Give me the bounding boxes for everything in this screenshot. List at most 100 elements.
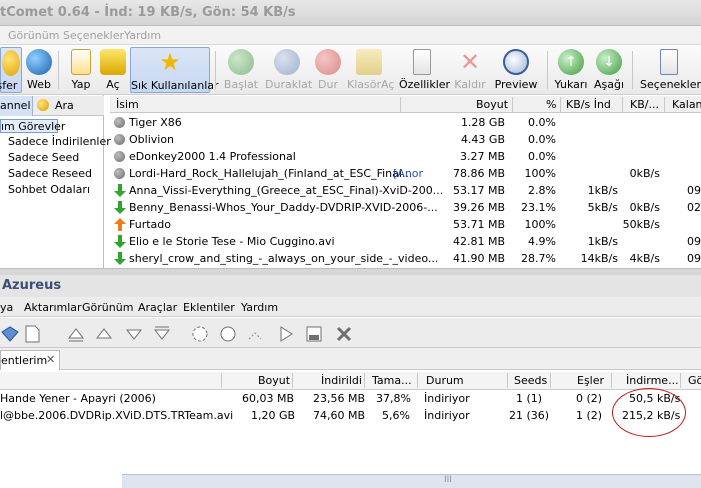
tab-search[interactable]: Ara	[55, 99, 74, 112]
options-button[interactable]: Seçenekler	[640, 47, 701, 93]
torrent-row[interactable]: Anna_Vissi-Everything_(Greece_at_ESC_Fin…	[110, 182, 701, 199]
tree-item-chat[interactable]: Sohbet Odaları	[8, 183, 90, 196]
start-button[interactable]: Başlat	[223, 47, 259, 93]
move-top-icon[interactable]	[66, 324, 86, 344]
col-up-speed[interactable]: KB/...	[630, 98, 659, 111]
menu-tools[interactable]: Araçlar	[138, 301, 177, 314]
torrent-size: 1,20 GB	[251, 409, 296, 422]
torrent-row[interactable]: Elio e le Storie Tese - Mio Cuggino.avi 4…	[110, 233, 701, 250]
torrent-row[interactable]: Lordi-Hard_Rock_Hallelujah_(Finland_at_E…	[110, 165, 701, 182]
torrent-downloaded: 23,56 MB	[313, 392, 366, 405]
move-down-button[interactable]: ↓ Aşağı	[594, 47, 624, 93]
torrent-remaining: 09:	[687, 252, 701, 265]
torrent-down-speed: 1kB/s	[587, 235, 618, 248]
torrent-down-speed: 1kB/s	[587, 184, 618, 197]
new-document-icon[interactable]	[22, 324, 42, 344]
col-done[interactable]: Tama...	[372, 374, 412, 387]
torrent-name: Elio e le Storie Tese - Mio Cuggino.avi	[129, 235, 335, 248]
torrent-peers: 0 (2)	[576, 392, 603, 405]
favorites-button[interactable]: ★ Sık Kullanılanlar	[130, 47, 219, 93]
move-down-icon[interactable]	[124, 324, 144, 344]
move-up-button[interactable]: ↑ Yukarı	[554, 47, 588, 93]
start-icon[interactable]	[190, 324, 210, 344]
torrent-status: İndiriyor	[424, 392, 470, 405]
tab-my-torrents[interactable]: entlerim ✕	[0, 350, 60, 370]
menu-view[interactable]: Görünüm	[82, 301, 133, 314]
col-percent[interactable]: %	[546, 98, 556, 111]
torrent-row[interactable]: Furtado 53.71 MB 100% 50kB/s	[110, 216, 701, 233]
col-down-speed[interactable]: İndirme...	[626, 374, 679, 387]
col-downloaded[interactable]: İndirildi	[321, 374, 362, 387]
stop-button[interactable]: Dur	[314, 47, 342, 93]
open-folder-button[interactable]: KlasörAç	[347, 47, 394, 93]
remove-button[interactable]: ✕ Kaldır	[452, 47, 488, 93]
col-name[interactable]: İsim	[116, 98, 139, 111]
tree-item-downloaded[interactable]: Sadece İndirilenler	[8, 135, 111, 148]
torrent-remaining: 09:	[687, 235, 701, 248]
horizontal-scrollbar[interactable]: III	[122, 474, 701, 488]
globe-icon	[26, 49, 52, 75]
menu-file[interactable]: ya	[0, 301, 13, 314]
menu-plugins[interactable]: Eklentiler	[183, 301, 235, 314]
torrent-row[interactable]: Oblivion 4.43 GB 0.0%	[110, 131, 701, 148]
up-arrow-icon: ↑	[558, 49, 584, 75]
tree-root[interactable]: ım Görevler	[0, 119, 65, 133]
col-seeds[interactable]: Seeds	[514, 374, 547, 387]
torrent-size: 1.28 GB	[460, 116, 505, 129]
make-button[interactable]: Yap	[66, 47, 96, 93]
torrent-row[interactable]: Benny_Benassi-Whos_Your_Daddy-DVDRIP-XVI…	[110, 199, 701, 216]
menu-help[interactable]: Yardım	[241, 301, 278, 314]
header-separator	[400, 97, 401, 112]
torrent-size: 4.43 GB	[460, 133, 505, 146]
close-icon[interactable]: ✕	[46, 353, 55, 366]
azureus-row[interactable]: Hande Yener - Apayri (2006) 60,03 MB 23,…	[0, 391, 701, 408]
torrent-row[interactable]: Tiger X86 1.28 GB 0.0%	[110, 114, 701, 131]
web-button[interactable]: Web	[24, 47, 54, 93]
force-start-icon[interactable]	[246, 324, 266, 344]
tab-channel[interactable]: annel	[0, 96, 33, 116]
azureus-row[interactable]: l@bbe.2006.DVDRip.XViD.DTS.TRTeam.avi 1,…	[0, 408, 701, 425]
pause-button[interactable]: Duraklat	[265, 47, 312, 93]
torrent-peers: 1 (2)	[576, 409, 603, 422]
menu-options[interactable]: Seçenekler	[63, 29, 124, 42]
torrent-up-speed: 0kB/s	[629, 201, 660, 214]
queue-icon[interactable]	[276, 324, 296, 344]
remove-x-icon: ✕	[459, 48, 481, 76]
stop-icon[interactable]	[218, 324, 238, 344]
preview-button[interactable]: Preview	[494, 47, 538, 93]
tree-item-reseed[interactable]: Sadece Reseed	[8, 167, 92, 180]
col-up-speed[interactable]: Gö	[688, 374, 701, 387]
move-up-icon[interactable]	[94, 324, 114, 344]
down-arrow-icon: ↓	[596, 49, 622, 75]
col-peers[interactable]: Eşler	[577, 374, 604, 387]
torrent-row[interactable]: eDonkey2000 1.4 Professional 3.27 MB 0.0%	[110, 148, 701, 165]
menu-view[interactable]: Görünüm	[8, 29, 59, 42]
properties-button[interactable]: Özellikler	[399, 47, 450, 93]
tree-item-seed[interactable]: Sadece Seed	[8, 151, 79, 164]
star-icon: ★	[159, 48, 181, 76]
green-down-arrow-icon	[114, 235, 126, 248]
col-down-speed[interactable]: KB/s İnd	[566, 98, 611, 111]
save-icon[interactable]	[304, 324, 324, 344]
preview-icon	[503, 49, 529, 75]
col-status[interactable]: Durum	[426, 374, 464, 387]
torrent-size: 3.27 MB	[459, 150, 505, 163]
menu-transfers[interactable]: Aktarımlar	[24, 301, 82, 314]
col-size[interactable]: Boyut	[258, 374, 290, 387]
col-size[interactable]: Boyut	[476, 98, 508, 111]
toolbar-separator	[632, 51, 633, 89]
col-remaining[interactable]: Kalan	[672, 98, 701, 111]
remove-icon[interactable]	[334, 324, 354, 344]
torrent-row[interactable]: sheryl_crow_and_sting_-_always_on_your_s…	[110, 250, 701, 267]
transfer-button[interactable]: sfer	[0, 47, 22, 93]
azureus-toolbar	[0, 318, 701, 348]
torrent-remaining: 09:	[687, 184, 701, 197]
torrent-name: l@bbe.2006.DVDRip.XViD.DTS.TRTeam.avi	[0, 409, 234, 422]
torrent-down-speed: 5kB/s	[587, 201, 618, 214]
open-torrent-icon[interactable]	[0, 324, 20, 344]
toolbar-separator	[215, 51, 216, 89]
menu-help[interactable]: Yardım	[124, 29, 161, 42]
open-button[interactable]: Aç	[100, 47, 126, 93]
scroll-grip[interactable]: III	[444, 475, 452, 485]
move-bottom-icon[interactable]	[152, 324, 172, 344]
